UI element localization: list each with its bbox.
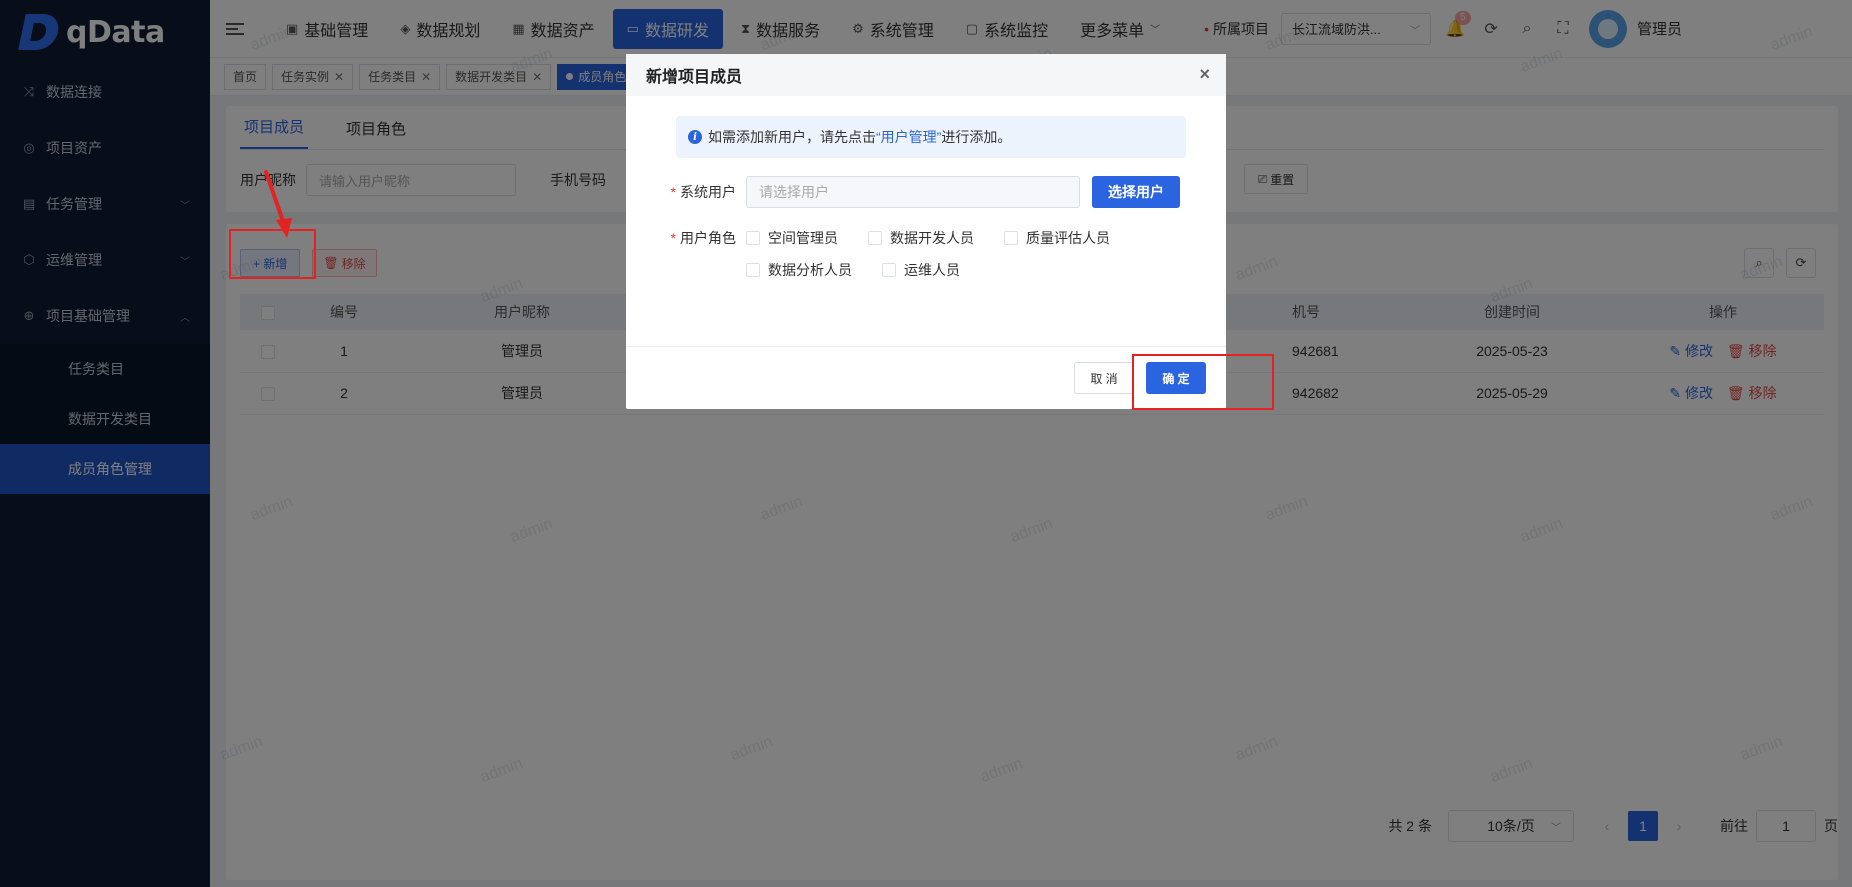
role-checkbox[interactable] [1004, 231, 1018, 245]
role-checkbox[interactable] [746, 231, 760, 245]
role-label: 运维人员 [904, 262, 960, 278]
role-checkbox[interactable] [746, 263, 760, 277]
user-role-row: * 用户角色 空间管理员 数据开发人员 质量评估人员 数据分析人员 运维人员 [666, 222, 1186, 286]
system-user-input[interactable]: 请选择用户 [746, 176, 1080, 208]
close-icon[interactable]: × [1199, 64, 1210, 85]
info-alert: i 如需添加新用户，请先点击 “用户管理” 进行添加。 [676, 116, 1186, 158]
role-label: 质量评估人员 [1026, 230, 1110, 246]
dialog-header: 新增项目成员 × [626, 54, 1226, 96]
role-checkbox[interactable] [882, 263, 896, 277]
role-ops-staff[interactable]: 运维人员 [882, 254, 960, 286]
role-label: 空间管理员 [768, 230, 838, 246]
user-role-label: * 用户角色 [670, 230, 736, 246]
select-user-button[interactable]: 选择用户 [1092, 176, 1180, 208]
system-user-label: * 系统用户 [670, 184, 736, 200]
role-checkbox[interactable] [868, 231, 882, 245]
system-user-row: * 系统用户 请选择用户 选择用户 [666, 176, 1186, 208]
annotation-arrow-icon [264, 170, 292, 238]
role-data-analyst[interactable]: 数据分析人员 [746, 254, 852, 286]
role-quality-assessor[interactable]: 质量评估人员 [1004, 222, 1110, 254]
role-data-developer[interactable]: 数据开发人员 [868, 222, 974, 254]
dialog-title: 新增项目成员 [646, 69, 743, 86]
role-space-admin[interactable]: 空间管理员 [746, 222, 838, 254]
role-checkbox-group: 空间管理员 数据开发人员 质量评估人员 数据分析人员 运维人员 [746, 222, 1166, 286]
dialog-body: i 如需添加新用户，请先点击 “用户管理” 进行添加。 * 系统用户 请选择用户 … [626, 96, 1226, 347]
cancel-button[interactable]: 取 消 [1074, 362, 1134, 394]
info-icon: i [688, 130, 702, 144]
role-label: 数据开发人员 [890, 230, 974, 246]
alert-prefix: 如需添加新用户，请先点击 [708, 129, 876, 145]
user-management-link[interactable]: “用户管理” [876, 127, 941, 147]
alert-suffix: 进行添加。 [941, 129, 1012, 145]
highlight-box-confirm [1132, 354, 1274, 410]
role-label: 数据分析人员 [768, 262, 852, 278]
